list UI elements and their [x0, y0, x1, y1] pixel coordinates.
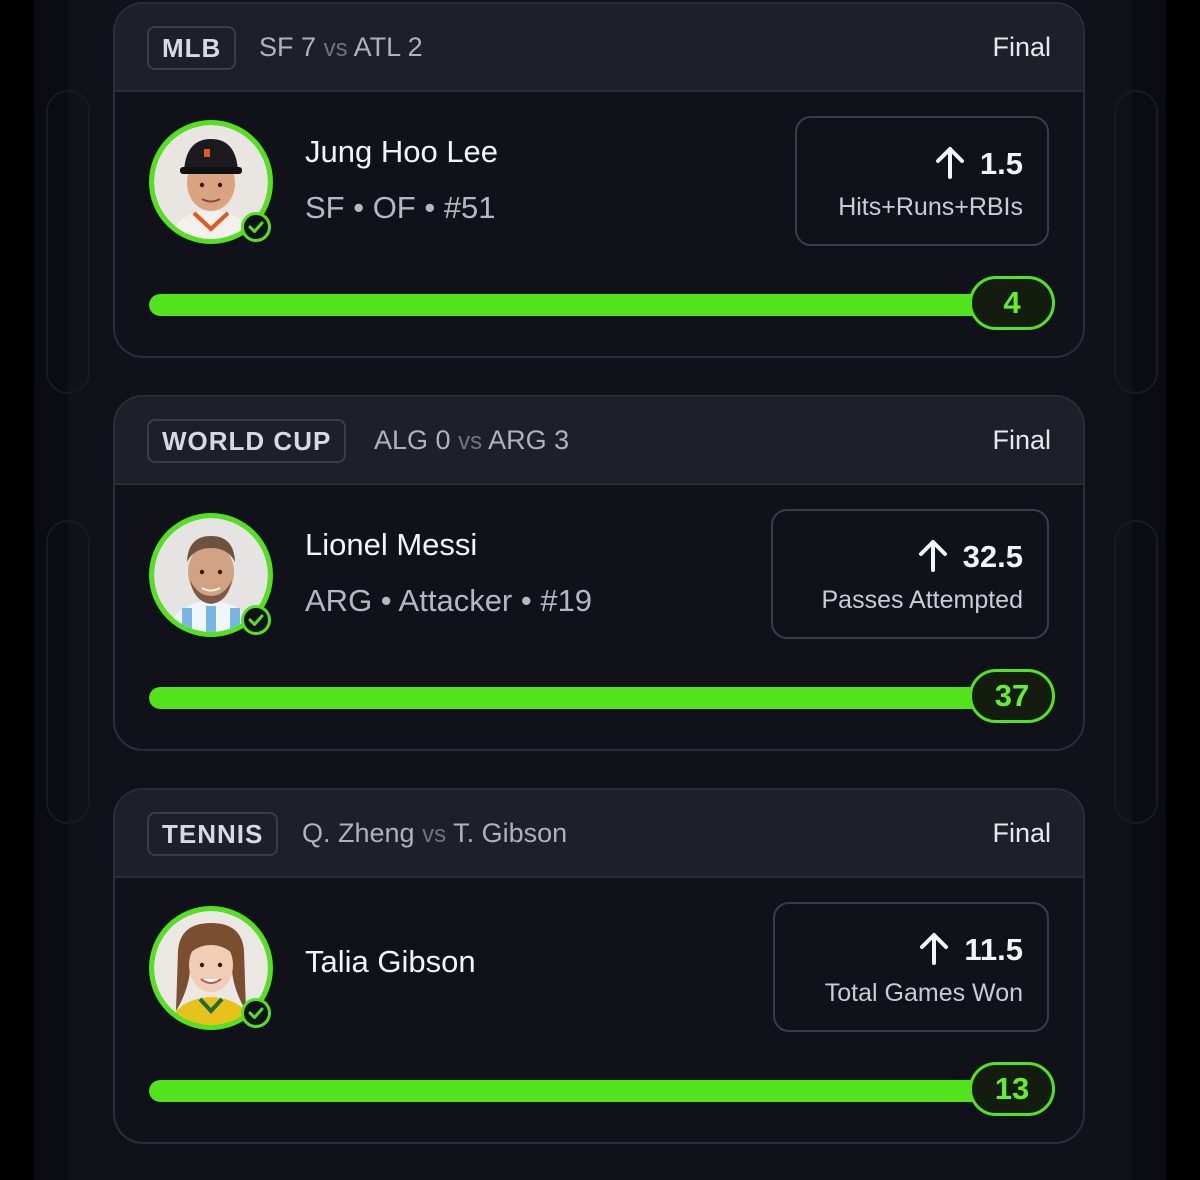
prop-line: 11.5	[918, 930, 1023, 970]
card-header: MLB SF 7 vs ATL 2 Final	[115, 4, 1083, 92]
team-b: ARG	[488, 425, 547, 455]
progress-fill	[149, 294, 985, 316]
up-arrow-icon	[918, 540, 947, 572]
card-header: TENNIS Q. Zheng vs T. Gibson Final	[115, 790, 1083, 878]
checkmark-icon	[241, 998, 271, 1028]
progress-fill	[149, 687, 985, 709]
checkmark-icon	[241, 212, 271, 242]
team-a: ALG	[374, 425, 429, 455]
matchup: ALG 0 vs ARG 3	[374, 422, 569, 460]
player-name: Lionel Messi	[305, 527, 478, 562]
prop-stat: Passes Attempted	[821, 586, 1023, 614]
vs-label: vs	[323, 35, 348, 62]
pick-card[interactable]: MLB SF 7 vs ATL 2 Final Jung Hoo Lee SF …	[113, 2, 1085, 358]
team-b: T. Gibson	[453, 818, 568, 848]
vs-label: vs	[458, 428, 483, 455]
result-value: 13	[969, 1062, 1055, 1116]
player-avatar[interactable]	[149, 513, 273, 637]
prop-line-value: 11.5	[964, 932, 1023, 967]
game-status: Final	[992, 32, 1051, 62]
league-badge: MLB	[147, 26, 237, 70]
progress-fill	[149, 1080, 985, 1102]
score-b: 3	[554, 425, 570, 455]
score-b: 2	[407, 32, 423, 62]
prop-stat: Total Games Won	[824, 979, 1023, 1007]
prop-stat: Hits+Runs+RBIs	[838, 193, 1023, 221]
up-arrow-icon	[920, 933, 949, 965]
team-b: ATL	[353, 32, 401, 62]
progress-bar	[149, 294, 985, 316]
player-avatar[interactable]	[149, 120, 273, 244]
game-status: Final	[992, 818, 1051, 848]
prop-box[interactable]: 1.5 Hits+Runs+RBIs	[795, 116, 1049, 246]
player-meta: ARG • Attacker • #19	[305, 583, 593, 618]
result-value: 4	[969, 276, 1055, 330]
score-a: 7	[301, 32, 317, 62]
progress-bar	[149, 1080, 985, 1102]
card-header: WORLD CUP ALG 0 vs ARG 3 Final	[115, 397, 1083, 485]
player-name: Jung Hoo Lee	[305, 134, 499, 169]
background-card-left	[46, 90, 90, 394]
prop-box[interactable]: 32.5 Passes Attempted	[771, 509, 1049, 639]
matchup: SF 7 vs ATL 2	[259, 29, 423, 67]
result-value: 37	[969, 669, 1055, 723]
prop-line: 1.5	[934, 144, 1023, 184]
player-name: Talia Gibson	[305, 944, 476, 979]
background-card-left-2	[46, 520, 90, 824]
checkmark-icon	[241, 605, 271, 635]
score-a: 0	[435, 425, 451, 455]
pick-card[interactable]: TENNIS Q. Zheng vs T. Gibson Final Talia…	[113, 788, 1085, 1144]
player-meta: SF • OF • #51	[305, 190, 496, 225]
league-badge: TENNIS	[147, 812, 279, 856]
team-a: SF	[259, 32, 294, 62]
pick-card[interactable]: WORLD CUP ALG 0 vs ARG 3 Final Lionel Me…	[113, 395, 1085, 751]
background-card-right	[1114, 90, 1158, 394]
progress-bar	[149, 687, 985, 709]
background-card-right-2	[1114, 520, 1158, 824]
prop-line-value: 32.5	[962, 539, 1023, 574]
matchup: Q. Zheng vs T. Gibson	[302, 815, 567, 853]
player-avatar[interactable]	[149, 906, 273, 1030]
prop-line-value: 1.5	[979, 146, 1023, 181]
up-arrow-icon	[935, 147, 964, 179]
league-badge: WORLD CUP	[147, 419, 347, 463]
prop-line: 32.5	[917, 537, 1023, 577]
vs-label: vs	[422, 821, 447, 848]
team-a: Q. Zheng	[302, 818, 415, 848]
game-status: Final	[992, 425, 1051, 455]
prop-box[interactable]: 11.5 Total Games Won	[773, 902, 1049, 1032]
